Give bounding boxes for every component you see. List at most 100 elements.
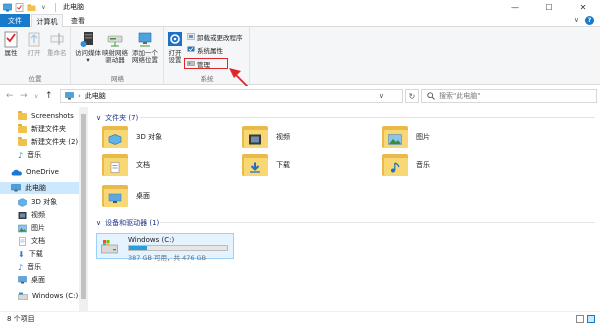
close-button[interactable]: ✕	[566, 0, 600, 14]
nav-item-desktop[interactable]: 桌面	[18, 274, 45, 286]
nav-item-new-folder-2[interactable]: 新建文件夹 (2)	[18, 136, 78, 148]
explorer-icon	[3, 3, 12, 12]
open-button[interactable]: 打开	[26, 30, 42, 57]
address-box[interactable]: › 此电脑 ∨	[60, 89, 403, 103]
nav-item-onedrive[interactable]: OneDrive	[11, 166, 59, 178]
folders-section-header[interactable]: ∨ 文件夹 (7)	[96, 113, 138, 123]
system-properties-button[interactable]: 系统属性	[187, 45, 223, 55]
media-server-icon	[80, 32, 93, 47]
nav-item-documents[interactable]: 文档	[18, 235, 45, 247]
nav-item-music-quick[interactable]: ♪ 音乐	[18, 149, 41, 161]
document-icon	[19, 236, 26, 246]
folder-icon	[18, 136, 27, 146]
folder-icon	[380, 124, 410, 150]
rename-icon	[50, 33, 64, 45]
forward-arrow-icon[interactable]: →	[20, 91, 28, 101]
refresh-icon: ↻	[408, 91, 416, 101]
properties-button[interactable]: 属性	[3, 30, 19, 57]
nav-item-pictures[interactable]: 图片	[18, 222, 45, 234]
minimize-button[interactable]: —	[498, 0, 532, 14]
ribbon-expand-chevron-icon[interactable]: ∨	[574, 16, 579, 25]
status-bar: 8 个项目	[0, 311, 600, 325]
address-dropdown-chevron-icon[interactable]: ∨	[379, 92, 384, 100]
nav-item-label: 视频	[31, 211, 45, 219]
nav-item-3d-objects[interactable]: 3D 对象	[18, 196, 57, 208]
rename-button[interactable]: 重命名	[47, 30, 67, 57]
nav-item-drive-c[interactable]: Windows (C:)	[18, 290, 78, 302]
nav-item-label: 图片	[31, 224, 45, 232]
drive-usage-bar	[128, 245, 228, 251]
download-icon	[250, 162, 260, 173]
nav-item-new-folder[interactable]: 新建文件夹	[18, 123, 66, 135]
open-icon	[28, 32, 40, 47]
folder-label: 下载	[276, 161, 290, 169]
nav-item-screenshots[interactable]: Screenshots	[18, 110, 74, 122]
drive-c-tile[interactable]: Windows (C:) 387 GB 可用，共 476 GB	[96, 233, 234, 262]
refresh-button[interactable]: ↻	[405, 89, 419, 103]
system-properties-label: 系统属性	[197, 46, 223, 55]
tab-view[interactable]: 查看	[64, 14, 92, 27]
nav-item-label: Screenshots	[31, 112, 74, 120]
nav-item-label: 文档	[31, 237, 45, 245]
nav-item-label: 音乐	[27, 151, 42, 159]
back-arrow-icon[interactable]: ←	[6, 91, 14, 101]
content-pane	[90, 107, 600, 311]
folder-videos[interactable]: 视频	[240, 124, 290, 150]
folder-icon	[100, 124, 130, 150]
map-network-drive-button[interactable]: 映射网络 驱动器	[102, 30, 128, 64]
maximize-button[interactable]: ☐	[532, 0, 566, 14]
properties-quick-icon[interactable]	[15, 2, 24, 12]
nav-item-label: 新建文件夹 (2)	[31, 138, 79, 146]
recent-locations-chevron-icon[interactable]: ∨	[34, 93, 38, 100]
customize-toolbar-chevron-icon[interactable]: ∨	[39, 3, 48, 12]
properties-icon	[4, 31, 18, 48]
folder-pictures[interactable]: 图片	[380, 124, 430, 150]
music-icon	[391, 162, 400, 173]
network-group-label: 网络	[111, 75, 124, 83]
new-folder-quick-icon[interactable]	[27, 3, 36, 12]
folders-header-label: 文件夹 (7)	[105, 114, 139, 122]
tab-file[interactable]: 文件	[0, 14, 30, 27]
item-count: 8 个项目	[7, 314, 35, 323]
folder-3d-objects[interactable]: 3D 对象	[100, 124, 162, 150]
folder-documents[interactable]: 文档	[100, 152, 150, 178]
quick-access-toolbar: ∨ 此电脑	[0, 2, 84, 12]
uninstall-icon	[187, 33, 195, 40]
access-media-button[interactable]: 访问媒体 ▾	[75, 30, 101, 64]
title-separator	[55, 2, 56, 12]
search-box[interactable]: 搜索"此电脑"	[421, 89, 597, 103]
folder-downloads[interactable]: 下载	[240, 152, 290, 178]
collapse-chevron-icon: ∨	[96, 219, 102, 227]
add-network-location-button[interactable]: 添加一个 网络位置	[132, 30, 158, 64]
devices-section-header[interactable]: ∨ 设备和驱动器 (1)	[96, 218, 159, 228]
computer-icon	[65, 92, 74, 100]
window-title: 此电脑	[63, 3, 84, 11]
nav-item-videos[interactable]: 视频	[18, 209, 45, 221]
music-icon: ♪	[18, 262, 24, 272]
folder-icon	[240, 124, 270, 150]
nav-item-this-pc[interactable]: 此电脑	[0, 182, 79, 194]
nav-item-label: 下载	[28, 250, 43, 258]
folders-section-divider	[140, 117, 595, 118]
open-settings-label-2: 设置	[168, 56, 182, 64]
video-icon	[249, 134, 261, 145]
uninstall-programs-button[interactable]: 卸载或更改程序	[187, 32, 243, 42]
tab-computer[interactable]: 计算机	[31, 14, 63, 28]
folder-music[interactable]: 音乐	[380, 152, 430, 178]
folder-label: 音乐	[416, 161, 430, 169]
details-view-icon[interactable]	[576, 315, 584, 323]
open-settings-button[interactable]: 打开 设置	[167, 30, 183, 64]
up-arrow-icon[interactable]: ↑	[45, 91, 53, 101]
nav-item-music[interactable]: ♪ 音乐	[18, 261, 41, 273]
computer-icon	[11, 184, 21, 192]
view-switcher	[576, 315, 595, 323]
devices-section-divider	[160, 222, 595, 223]
map-drive-label-2: 驱动器	[105, 56, 125, 64]
nav-item-downloads[interactable]: ⬇ 下载	[18, 248, 43, 260]
cloud-icon	[11, 169, 22, 175]
help-icon[interactable]: ?	[585, 16, 594, 25]
nav-scrollbar-thumb[interactable]	[81, 114, 86, 299]
large-icons-view-icon[interactable]	[587, 315, 595, 323]
nav-item-label: 新建文件夹	[31, 125, 66, 133]
folder-desktop[interactable]: 桌面	[100, 183, 150, 209]
